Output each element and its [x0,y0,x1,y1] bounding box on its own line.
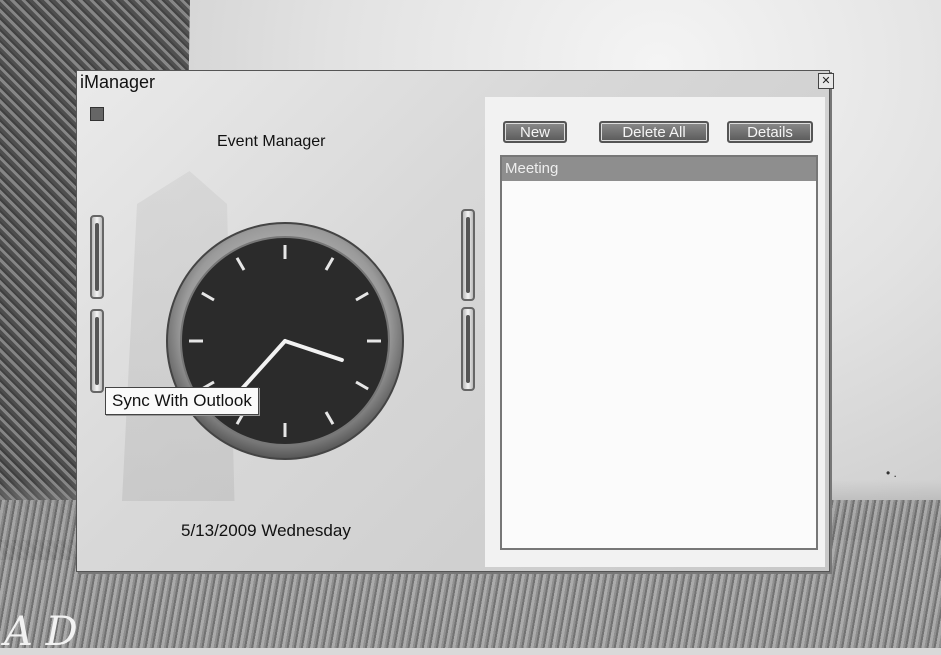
date-label: 5/13/2009 Wednesday [181,521,351,540]
imanager-window: iManager ✕ Event Manager Sync With Outlo… [76,70,834,572]
close-button[interactable]: ✕ [818,73,834,89]
window-title: iManager [80,72,156,92]
delete-all-button[interactable]: Delete All [599,121,709,143]
wallpaper-signature: A D [4,609,78,655]
left-top-slider[interactable] [90,215,104,299]
list-item[interactable]: Meeting [502,157,816,181]
page-title: Event Manager [217,133,326,150]
right-top-slider[interactable] [461,209,475,301]
events-panel: New Delete All Details Meeting [485,97,825,567]
clock-face [166,222,404,460]
close-icon: ✕ [821,74,831,87]
right-bottom-slider[interactable] [461,307,475,391]
sync-tooltip: Sync With Outlook [105,387,259,415]
desktop-speck: • . [886,466,897,480]
details-button[interactable]: Details [727,121,813,143]
new-button[interactable]: New [503,121,567,143]
menu-square-button[interactable] [90,107,104,121]
left-bottom-slider[interactable] [90,309,104,393]
events-list[interactable]: Meeting [500,155,818,550]
analog-clock [165,221,405,461]
